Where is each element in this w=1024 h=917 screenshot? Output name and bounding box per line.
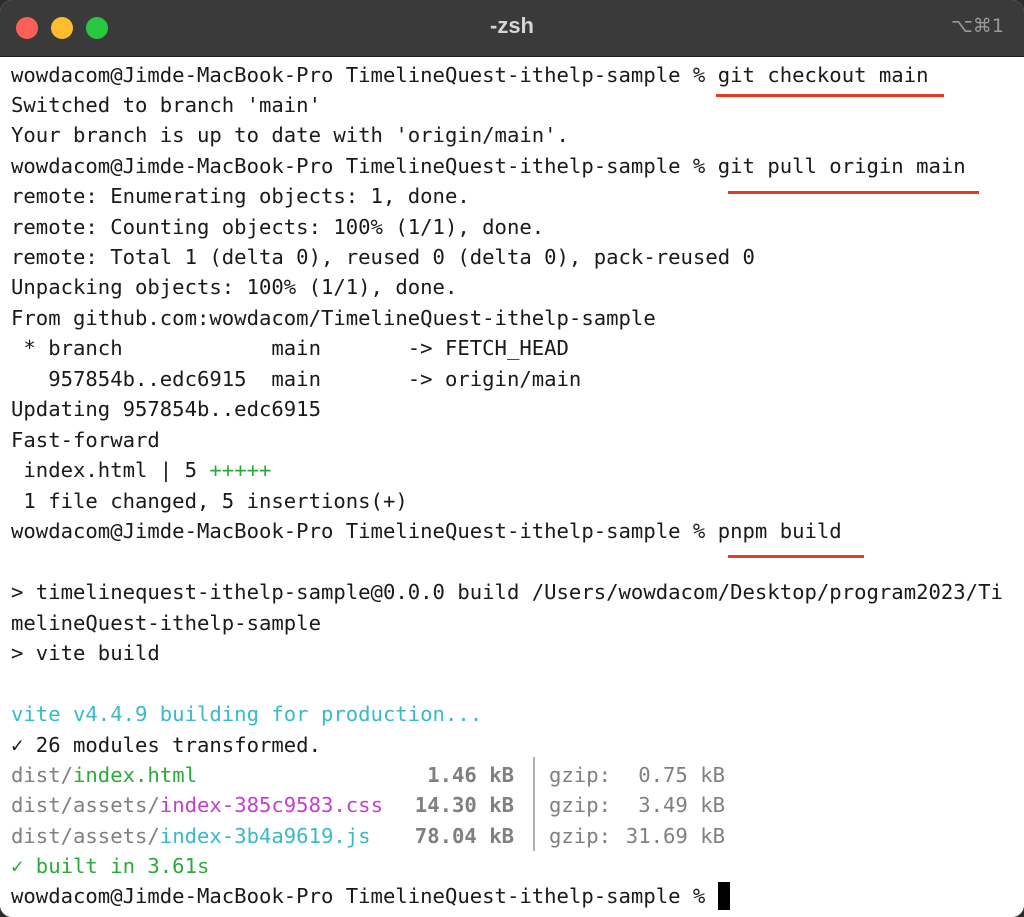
modules-line: ✓ 26 modules transformed. [11, 731, 321, 759]
underline-mark [728, 191, 979, 194]
file-row: dist/index.html [11, 761, 197, 789]
gzip-label: gzip: [549, 793, 611, 817]
output-line: > timelinequest-ithelp-sample@0.0.0 buil… [11, 580, 1003, 604]
gzip-label: gzip: [549, 763, 611, 787]
prompt: wowdacom@Jimde-MacBook-Pro TimelineQuest… [11, 884, 718, 908]
output-line: Your branch is up to date with 'origin/m… [11, 123, 569, 147]
file-size: 14.30 kB [414, 793, 514, 817]
gzip-size: 0.75 kB [638, 763, 725, 787]
file-name: index.html [73, 763, 197, 787]
output-line: index.html | 5 +++++ [11, 456, 271, 484]
window-title: -zsh [490, 13, 534, 38]
gzip-label: gzip: [549, 824, 611, 848]
command: pnpm build [717, 519, 842, 543]
prompt-line: wowdacom@Jimde-MacBook-Pro TimelineQuest… [11, 882, 730, 910]
diff-stat: index.html | 5 [11, 458, 210, 482]
command: git checkout main [717, 63, 929, 87]
build-done: ✓ built in 3.61s [11, 854, 210, 878]
output-line: Fast-forward [11, 428, 160, 452]
underline-mark [716, 94, 944, 97]
tab-shortcut: ⌥⌘1 [951, 15, 1004, 37]
output-line: remote: Counting objects: 100% (1/1), do… [11, 215, 545, 239]
output-line: Updating 957854b..edc6915 [11, 397, 321, 421]
output-line: remote: Total 1 (delta 0), reused 0 (del… [11, 245, 755, 269]
gzip-size: 31.69 kB [625, 824, 725, 848]
title-bar: -zsh ⌥⌘1 [0, 0, 1024, 57]
file-row: dist/assets/index-385c9583.css [11, 791, 383, 819]
vite-building: vite v4.4.9 building for production... [11, 702, 483, 726]
command: git pull origin main [717, 154, 966, 178]
output-line: 1 file changed, 5 insertions(+) [11, 489, 408, 513]
file-size: 1.46 kB [427, 763, 514, 787]
prompt-line: wowdacom@Jimde-MacBook-Pro TimelineQuest… [11, 61, 929, 89]
file-name: index-3b4a9619.js [159, 824, 371, 848]
text-cursor [717, 882, 730, 910]
file-dir: dist/ [11, 763, 73, 787]
prompt: wowdacom@Jimde-MacBook-Pro TimelineQuest… [11, 519, 718, 543]
file-size: 78.04 kB [414, 824, 514, 848]
output-line: remote: Enumerating objects: 1, done. [11, 184, 470, 208]
vite-status: vite v4.4.9 building for production... [11, 700, 482, 728]
gzip-size: 3.49 kB [638, 793, 725, 817]
column-separator [533, 757, 535, 851]
file-dir: dist/assets/ [11, 824, 160, 848]
terminal-window: -zsh ⌥⌘1 wowdacom@Jimde-MacBook-Pro Time… [0, 0, 1024, 917]
modules-transformed: ✓ 26 modules transformed. [11, 733, 321, 757]
output-line: * branch main -> FETCH_HEAD [11, 336, 569, 360]
prompt: wowdacom@Jimde-MacBook-Pro TimelineQuest… [11, 63, 718, 87]
file-row: dist/assets/index-3b4a9619.js [11, 822, 371, 850]
terminal-output[interactable]: wowdacom@Jimde-MacBook-Pro TimelineQuest… [0, 57, 1024, 917]
output-line: > vite build [11, 641, 160, 665]
prompt-line: wowdacom@Jimde-MacBook-Pro TimelineQuest… [11, 517, 842, 545]
diff-plus: +++++ [209, 458, 272, 482]
output-line: Switched to branch 'main' [11, 93, 321, 117]
prompt-line: wowdacom@Jimde-MacBook-Pro TimelineQuest… [11, 152, 966, 180]
underline-mark [728, 555, 864, 558]
output-line: 957854b..edc6915 main -> origin/main [11, 367, 582, 391]
output-line: From github.com:wowdacom/TimelineQuest-i… [11, 306, 656, 330]
output-line: Unpacking objects: 100% (1/1), done. [11, 275, 458, 299]
output-line: melineQuest-ithelp-sample [11, 611, 321, 635]
file-name: index-385c9583.css [159, 793, 383, 817]
file-dir: dist/assets/ [11, 793, 160, 817]
prompt: wowdacom@Jimde-MacBook-Pro TimelineQuest… [11, 154, 718, 178]
